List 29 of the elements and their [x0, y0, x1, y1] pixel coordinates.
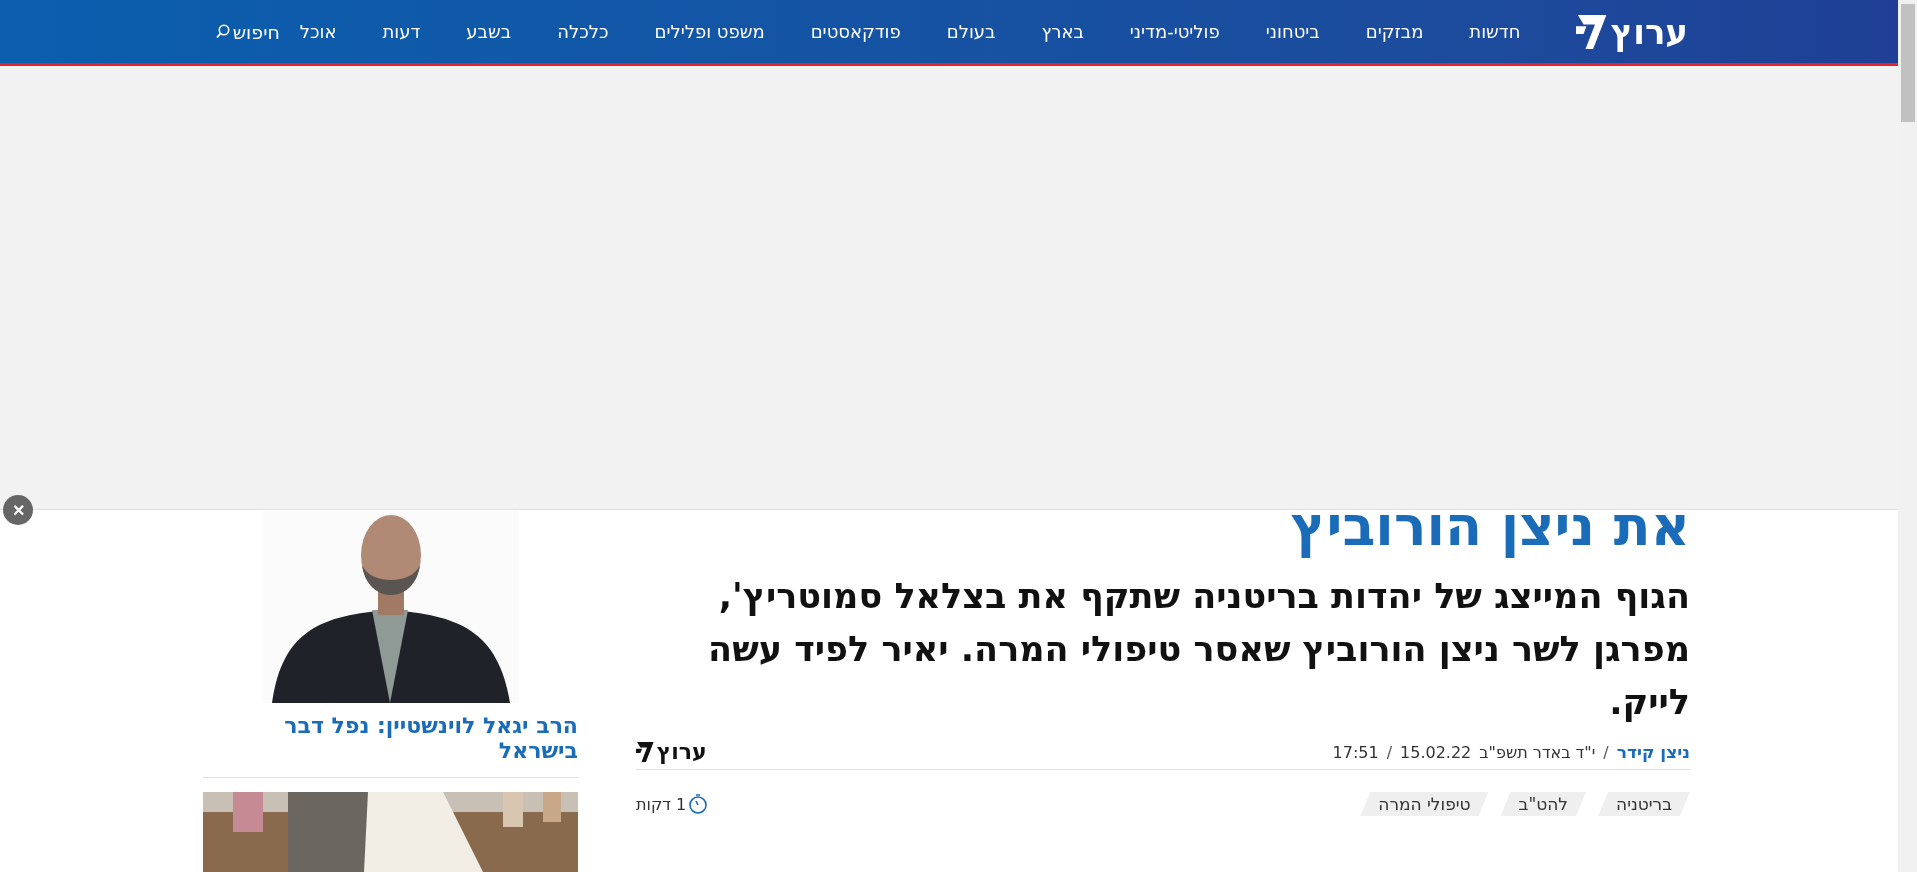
- hebrew-date: י"ד באדר תשפ"ב: [1479, 742, 1596, 762]
- nav-link[interactable]: משפט ופלילים: [654, 21, 765, 42]
- author-link[interactable]: ניצן קידר: [1616, 742, 1690, 762]
- article-time: 17:51: [1332, 742, 1379, 762]
- nav-link[interactable]: בשבע: [466, 21, 512, 42]
- search-link[interactable]: חיפוש: [215, 20, 280, 43]
- separator: /: [1386, 742, 1393, 762]
- nav-link[interactable]: ביטחוני: [1265, 21, 1320, 42]
- separator: /: [1603, 742, 1609, 762]
- nav-link[interactable]: כלכלה: [557, 21, 609, 42]
- nav-link[interactable]: חדשות: [1469, 21, 1521, 42]
- channel-logo: ערוץ: [636, 741, 707, 763]
- nav-link[interactable]: בעולם: [946, 21, 996, 42]
- nav-link[interactable]: פודקאסטים: [810, 21, 901, 42]
- nav-link[interactable]: אוכל: [299, 21, 337, 42]
- related-article-link[interactable]: הרב יגאל לוינשטיין: נפל דבר בישראל: [203, 713, 578, 778]
- tag-link[interactable]: טיפולי המרה: [1360, 792, 1489, 816]
- nav-link[interactable]: מבזקים: [1365, 21, 1424, 42]
- article-date: 15.02.22: [1400, 742, 1472, 762]
- tag-link[interactable]: להט"ב: [1500, 792, 1587, 816]
- close-button[interactable]: ✕: [3, 495, 33, 525]
- read-time: 1 דקות: [636, 793, 709, 815]
- nav-link[interactable]: בארץ: [1041, 21, 1084, 42]
- site-logo[interactable]: ערוץ: [1576, 12, 1688, 51]
- nav-link[interactable]: דעות: [382, 21, 421, 42]
- article-headline: את ניצן הורוביץ: [1289, 494, 1690, 560]
- tag-link[interactable]: בריטניה: [1598, 792, 1690, 816]
- nav-link[interactable]: פוליטי-מדיני: [1129, 21, 1220, 42]
- article-subtitle: הגוף המייצג של יהדות בריטניה שתקף את בצלאל סמוטריץ', מפרגן לשר ניצן הורוביץ שאסר טיפולי המרה. יאיר לפיד עשה לייק.: [707, 575, 1690, 724]
